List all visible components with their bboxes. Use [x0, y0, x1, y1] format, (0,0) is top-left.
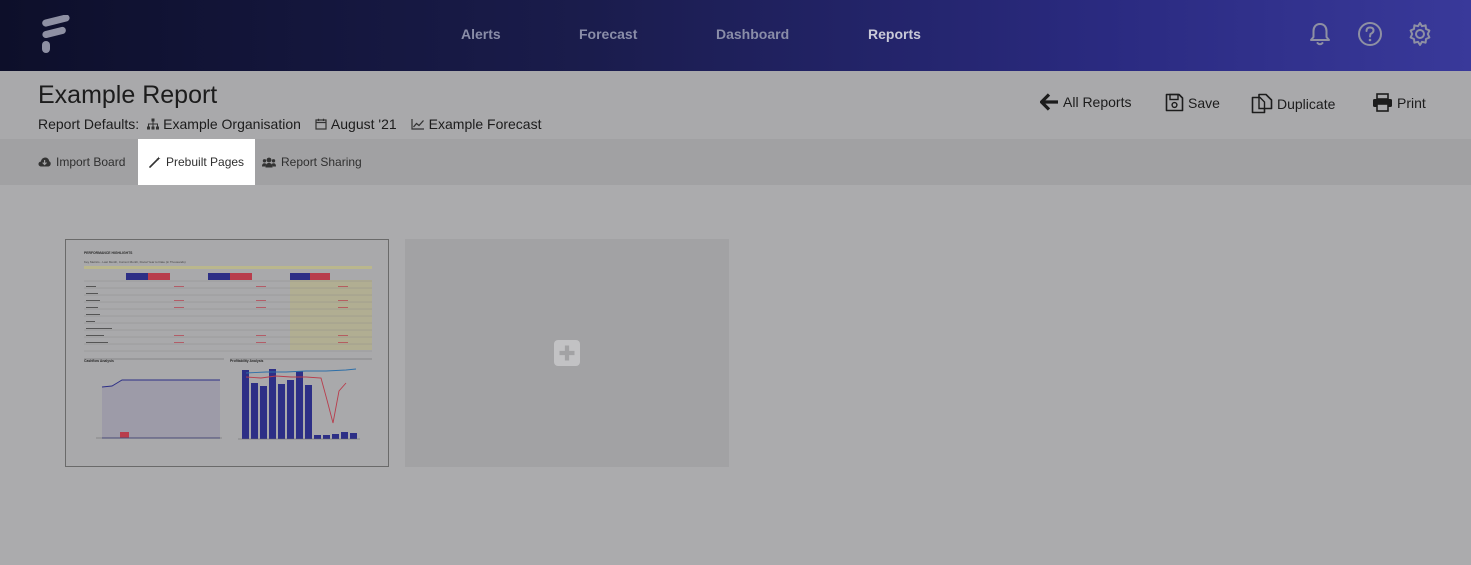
line-chart-icon	[411, 119, 424, 130]
report-header: Example Report Report Defaults: Example …	[0, 71, 1471, 139]
print-label: Print	[1397, 94, 1426, 111]
users-icon	[262, 157, 276, 167]
help-icon[interactable]	[1356, 20, 1384, 48]
default-forecast[interactable]: Example Forecast	[411, 116, 542, 132]
default-organisation[interactable]: Example Organisation	[147, 116, 301, 132]
logo[interactable]	[40, 15, 74, 55]
print-button[interactable]: Print	[1372, 93, 1426, 112]
tab-prebuilt-pages-label: Prebuilt Pages	[166, 155, 245, 169]
cloud-download-icon	[38, 157, 51, 167]
add-page-card[interactable]	[405, 239, 729, 467]
nav-reports[interactable]: Reports	[868, 26, 921, 42]
report-page-preview: PERFORMANCE HIGHLIGHTS Key Metrics - Las…	[66, 240, 388, 466]
duplicate-label: Duplicate	[1277, 95, 1336, 112]
report-page-thumbnail[interactable]: PERFORMANCE HIGHLIGHTS Key Metrics - Las…	[65, 239, 389, 467]
tab-prebuilt-pages[interactable]: Prebuilt Pages	[138, 139, 256, 185]
preview-chart1-title: Cashflow Analysis	[84, 359, 114, 363]
period-value: August '21	[330, 116, 397, 132]
save-icon	[1165, 93, 1184, 112]
nav-forecast[interactable]: Forecast	[579, 26, 637, 42]
all-reports-label: All Reports	[1063, 94, 1132, 110]
page-title: Example Report	[38, 81, 218, 109]
report-toolbar: Import Board Prebuilt Pages Report Shari…	[0, 139, 1471, 185]
tab-report-sharing-label: Report Sharing	[281, 155, 362, 169]
bell-icon[interactable]	[1306, 20, 1334, 48]
sitemap-icon	[147, 118, 160, 130]
preview-chart2-title: Profitability Analysis	[230, 359, 264, 363]
preview-subheading: Key Metrics - Last Month, Current Month,…	[84, 260, 186, 264]
save-button[interactable]: Save	[1165, 93, 1220, 112]
forecast-name: Example Forecast	[428, 116, 542, 132]
nav-dashboard[interactable]: Dashboard	[716, 26, 789, 42]
magic-wand-icon	[149, 156, 161, 168]
tab-import-board[interactable]: Import Board	[38, 139, 125, 185]
gear-icon[interactable]	[1406, 20, 1434, 48]
print-icon	[1373, 93, 1392, 112]
plus-square-icon	[554, 340, 580, 366]
all-reports-button[interactable]: All Reports	[1040, 93, 1131, 111]
duplicate-button[interactable]: Duplicate	[1251, 93, 1335, 114]
arrow-left-icon	[1040, 93, 1058, 111]
calendar-icon	[315, 118, 327, 130]
report-defaults-label: Report Defaults:	[38, 116, 140, 132]
top-navigation: Alerts Forecast Dashboard Reports	[0, 0, 1471, 71]
preview-heading: PERFORMANCE HIGHLIGHTS	[84, 251, 133, 255]
tab-report-sharing[interactable]: Report Sharing	[262, 139, 362, 185]
save-label: Save	[1188, 94, 1220, 111]
copy-icon	[1251, 93, 1273, 114]
nav-alerts[interactable]: Alerts	[461, 26, 501, 42]
tab-import-board-label: Import Board	[56, 155, 126, 169]
organisation-name: Example Organisation	[163, 116, 301, 132]
report-defaults: Report Defaults: Example Organisation Au…	[38, 116, 555, 132]
default-period[interactable]: August '21	[315, 116, 397, 132]
